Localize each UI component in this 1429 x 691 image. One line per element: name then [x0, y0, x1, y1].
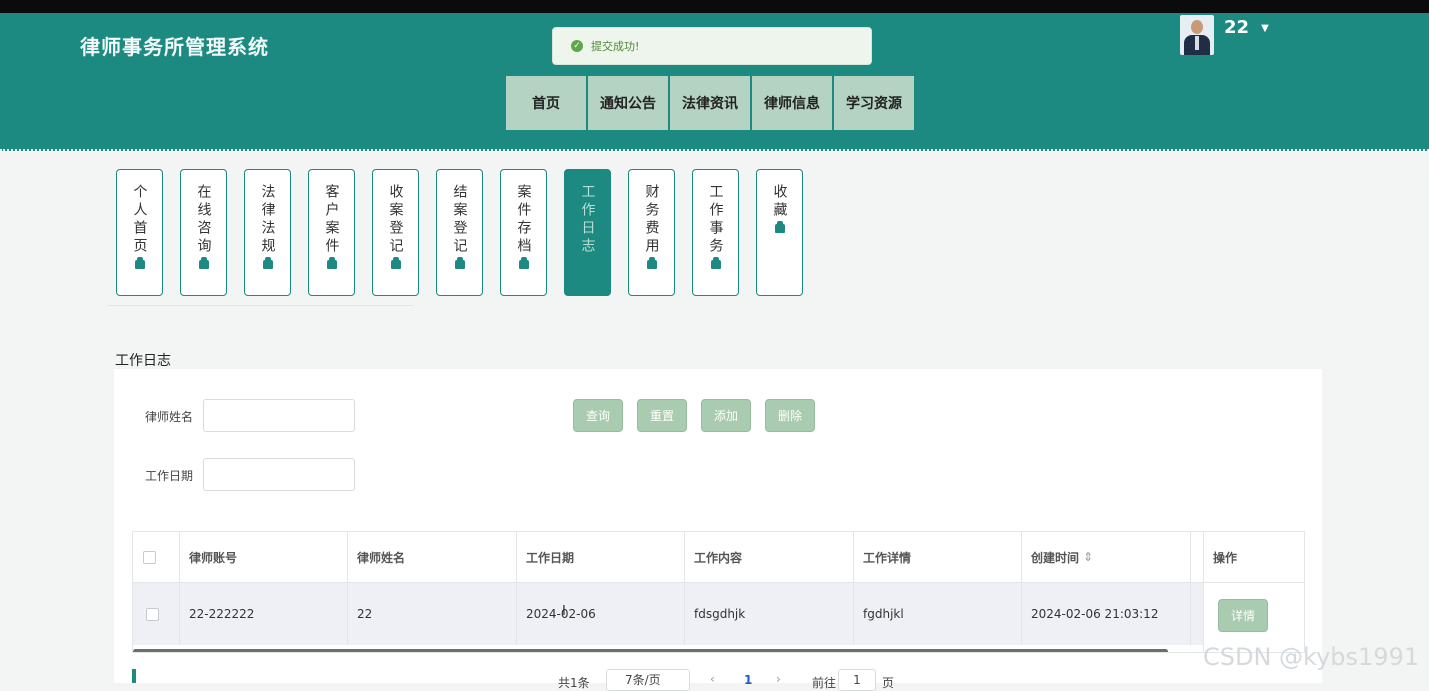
site-header: 律师事务所管理系统 ✓ 提交成功! 首页 通知公告 法律资讯 律师信息 学习资源…: [0, 13, 1429, 151]
divider: [108, 305, 413, 306]
side-menu: 个人首页 在线咨询 法律法规 客户案件 收案登记 结案登记 案件存档 工作日志 …: [116, 169, 803, 296]
side-item-client-cases[interactable]: 客户案件: [308, 169, 355, 296]
check-circle-icon: ✓: [571, 40, 583, 52]
avatar[interactable]: [1180, 15, 1214, 55]
home-icon: [198, 257, 209, 269]
home-icon: [134, 257, 145, 269]
detail-button[interactable]: 详情: [1218, 599, 1268, 632]
home-icon: [710, 257, 721, 269]
nav-lawyer-info[interactable]: 律师信息: [752, 76, 832, 130]
side-item-work-log[interactable]: 工作日志: [564, 169, 611, 296]
nav-learning-resources[interactable]: 学习资源: [834, 76, 914, 130]
column-header[interactable]: 工作详情: [854, 532, 1022, 583]
home-icon: [390, 257, 401, 269]
side-item-laws[interactable]: 法律法规: [244, 169, 291, 296]
horizontal-scrollbar[interactable]: [133, 649, 1168, 652]
query-button[interactable]: 查询: [573, 399, 623, 432]
text-cursor-icon: I: [562, 604, 566, 619]
toast-message: 提交成功!: [591, 40, 640, 53]
lawyer-name-input[interactable]: [203, 399, 355, 432]
work-date-input[interactable]: [203, 458, 355, 491]
cell-account: 22-222222: [180, 583, 348, 645]
nav-home[interactable]: 首页: [506, 76, 586, 130]
home-icon: [518, 257, 529, 269]
caret-down-icon[interactable]: ▼: [1261, 23, 1269, 34]
home-icon: [326, 257, 337, 269]
home-icon: [582, 257, 593, 269]
page-title: 工作日志: [115, 353, 171, 369]
accent-bar: [132, 669, 136, 683]
add-button[interactable]: 添加: [701, 399, 751, 432]
cell-detail: fgdhjkl: [854, 583, 1022, 645]
page-size-select[interactable]: 7条/页: [606, 669, 690, 691]
column-header[interactable]: 工作内容: [685, 532, 854, 583]
home-icon: [454, 257, 465, 269]
side-item-case-archive[interactable]: 案件存档: [500, 169, 547, 296]
reset-button[interactable]: 重置: [637, 399, 687, 432]
work-log-table: 律师账号 律师姓名 工作日期 工作内容 工作详情 创建时间 ⇕ 22-22222…: [132, 531, 1305, 653]
select-all-header: [133, 532, 180, 583]
success-toast: ✓ 提交成功!: [552, 27, 872, 65]
username[interactable]: 22: [1224, 17, 1249, 38]
next-page-icon[interactable]: ›: [776, 672, 781, 686]
cell-date: 2024-02-06: [517, 583, 685, 645]
prev-page-icon[interactable]: ‹: [710, 672, 715, 686]
side-item-case-intake[interactable]: 收案登记: [372, 169, 419, 296]
lawyer-name-label: 律师姓名: [145, 410, 194, 424]
side-item-work-affairs[interactable]: 工作事务: [692, 169, 739, 296]
sort-icon[interactable]: ⇕: [1083, 550, 1093, 564]
user-menu[interactable]: 22 ▼: [1180, 15, 1269, 55]
goto-page-input[interactable]: 1: [838, 669, 876, 691]
watermark: CSDN @kybs1991: [1203, 643, 1420, 671]
row-checkbox[interactable]: [146, 607, 159, 621]
nav-legal-news[interactable]: 法律资讯: [670, 76, 750, 130]
operation-header: 操作: [1203, 532, 1304, 583]
app-title: 律师事务所管理系统: [80, 35, 269, 59]
select-all-checkbox[interactable]: [143, 550, 156, 564]
delete-button[interactable]: 删除: [765, 399, 815, 432]
row-select-cell: [133, 583, 180, 645]
pagination: 共1条 7条/页 ‹ 1 › 前往 1 页: [132, 664, 1132, 691]
top-nav: 首页 通知公告 法律资讯 律师信息 学习资源: [506, 76, 914, 130]
home-icon: [646, 257, 657, 269]
column-header[interactable]: 律师账号: [180, 532, 348, 583]
side-item-favorites[interactable]: 收藏: [756, 169, 803, 296]
column-header-created-time[interactable]: 创建时间 ⇕: [1022, 532, 1191, 583]
work-date-label: 工作日期: [145, 469, 194, 483]
cell-created-time: 2024-02-06 21:03:12: [1022, 583, 1191, 645]
cell-name: 22: [348, 583, 517, 645]
current-page[interactable]: 1: [744, 673, 752, 687]
side-item-case-closing[interactable]: 结案登记: [436, 169, 483, 296]
column-header[interactable]: 律师姓名: [348, 532, 517, 583]
home-icon: [262, 257, 273, 269]
side-item-personal-home[interactable]: 个人首页: [116, 169, 163, 296]
column-header[interactable]: 工作日期: [517, 532, 685, 583]
home-icon: [774, 221, 785, 233]
nav-notices[interactable]: 通知公告: [588, 76, 668, 130]
side-item-online-consult[interactable]: 在线咨询: [180, 169, 227, 296]
window-top-bar: [0, 0, 1429, 13]
cell-content: fdsgdhjk: [685, 583, 854, 645]
side-item-finance[interactable]: 财务费用: [628, 169, 675, 296]
